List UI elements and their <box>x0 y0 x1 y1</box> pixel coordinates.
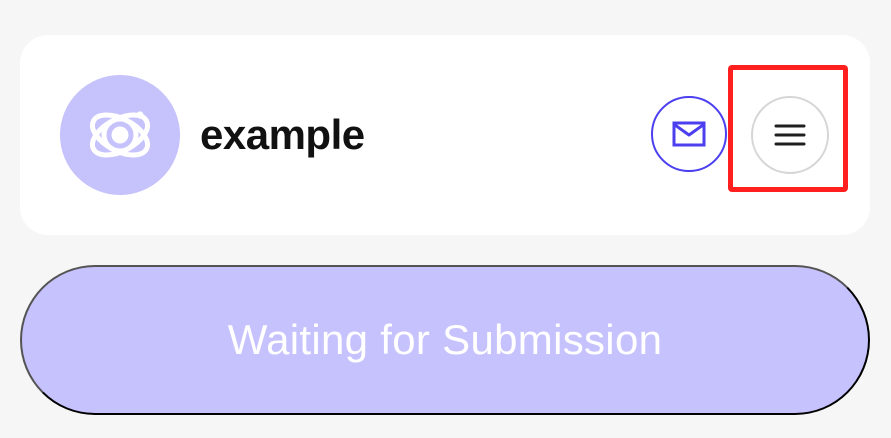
waiting-for-submission-button[interactable]: Waiting for Submission <box>20 265 870 415</box>
status-label: Waiting for Submission <box>227 316 663 363</box>
profile-card: example <box>20 35 870 235</box>
atom-planet-icon <box>89 111 151 158</box>
menu-button[interactable] <box>751 96 829 174</box>
page: example Waiting for Submission <box>0 0 891 438</box>
mail-icon <box>672 121 706 147</box>
avatar <box>60 75 180 195</box>
mail-button[interactable] <box>651 96 727 172</box>
hamburger-menu-icon <box>774 124 806 146</box>
profile-name: example <box>200 111 365 158</box>
